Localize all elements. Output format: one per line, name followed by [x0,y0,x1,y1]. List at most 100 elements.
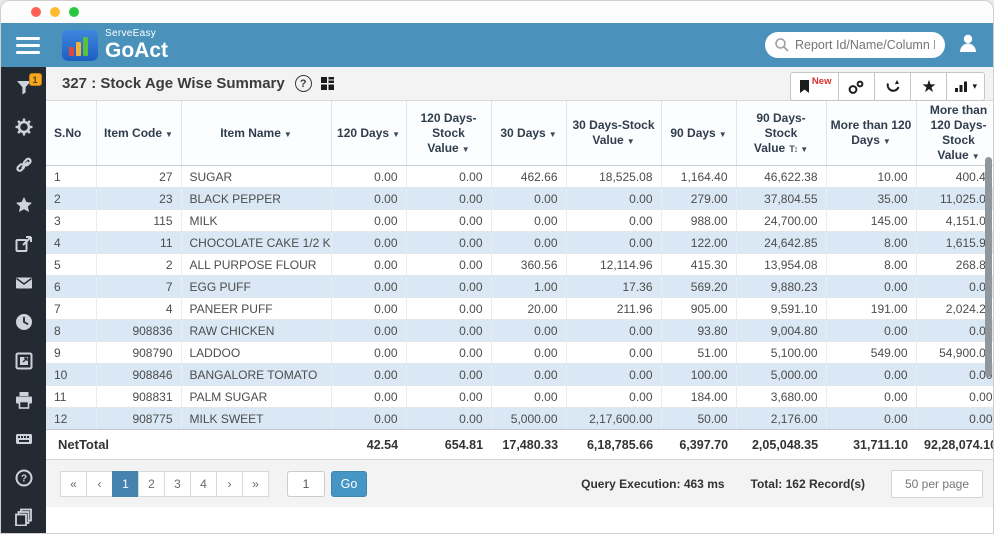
column-header[interactable]: 120 Days▼ [331,101,406,166]
table-cell: 415.30 [661,254,736,276]
table-row[interactable]: 11908831PALM SUGAR0.000.000.000.00184.00… [46,386,993,408]
sort-caret-icon[interactable]: ▼ [165,130,173,139]
table-cell: MILK SWEET [181,408,331,430]
pagination-bar: «‹1234›» Go Query Execution: 463 ms Tota… [46,460,993,507]
settings-gear-icon[interactable] [15,118,33,136]
close-button[interactable] [31,7,41,17]
table-row[interactable]: 8908836RAW CHICKEN0.000.000.000.0093.809… [46,320,993,342]
page-button-2[interactable]: 2 [138,471,165,497]
column-header[interactable]: 30 Days▼ [491,101,566,166]
table-cell: 905.00 [661,298,736,320]
table-cell: 0.00 [916,408,993,430]
sort-caret-icon[interactable]: ▼ [462,145,470,154]
filter-icon[interactable]: 1 [15,79,33,97]
table-cell: 0.00 [566,188,661,210]
table-cell: 9 [46,342,96,364]
mail-icon[interactable] [15,274,33,292]
table-row[interactable]: 9908790LADDOO0.000.000.000.0051.005,100.… [46,342,993,364]
app-header: ServeEasy GoAct [1,23,993,67]
table-row[interactable]: 411CHOCOLATE CAKE 1/2 KG0.000.000.000.00… [46,232,993,254]
column-header[interactable]: More than 120 Days-Stock Value▼ [916,101,993,166]
column-label: 120 Days [337,126,389,140]
sort-active-icon: T↕ [789,144,797,154]
vertical-scrollbar-thumb[interactable] [985,157,992,377]
copy-pages-icon[interactable] [15,508,33,526]
vertical-scrollbar-track[interactable] [985,157,992,427]
print-icon[interactable] [15,391,33,409]
column-header[interactable]: More than 120 Days▼ [826,101,916,166]
table-cell: 211.96 [566,298,661,320]
new-bookmark-button[interactable]: New [790,72,840,101]
table-cell: 0.00 [331,188,406,210]
report-help-icon[interactable]: ? [295,75,312,92]
app-window: ServeEasy GoAct 1 [0,0,994,534]
page-button-1[interactable]: 1 [112,471,139,497]
page-button-nav[interactable]: › [216,471,243,497]
total-records: Total: 162 Record(s) [751,477,865,491]
help-circle-icon[interactable]: ? [15,469,33,487]
user-profile-icon[interactable] [957,32,979,59]
table-row[interactable]: 74PANEER PUFF0.000.0020.00211.96905.009,… [46,298,993,320]
star-icon[interactable] [15,196,33,214]
page-button-nav[interactable]: » [242,471,269,497]
sort-caret-icon[interactable]: ▼ [719,130,727,139]
column-header[interactable]: Item Code▼ [96,101,181,166]
column-header[interactable]: Item Name▼ [181,101,331,166]
minimize-button[interactable] [50,7,60,17]
table-cell: 0.00 [826,386,916,408]
menu-icon[interactable] [16,33,40,58]
table-row[interactable]: 10908846BANGALORE TOMATO0.000.000.000.00… [46,364,993,386]
table-cell: EGG PUFF [181,276,331,298]
column-header[interactable]: 90 Days-Stock ValueT↕▼ [736,101,826,166]
sort-caret-icon[interactable]: ▼ [972,152,980,161]
chart-view-button[interactable]: ▾ [946,72,985,101]
bottom-filler [46,507,993,527]
page-button-4[interactable]: 4 [190,471,217,497]
table-row[interactable]: 67EGG PUFF0.000.001.0017.36569.209,880.2… [46,276,993,298]
sort-caret-icon[interactable]: ▼ [800,145,808,154]
table-cell: PANEER PUFF [181,298,331,320]
column-header[interactable]: 120 Days-Stock Value▼ [406,101,491,166]
goto-page-input[interactable] [287,471,325,497]
relations-button[interactable] [838,72,875,101]
history-clock-icon[interactable] [15,313,33,331]
maximize-button[interactable] [69,7,79,17]
page-button-3[interactable]: 3 [164,471,191,497]
refresh-button[interactable] [874,72,911,101]
search-input[interactable] [765,32,945,58]
table-cell: 8.00 [826,254,916,276]
table-cell: 1,164.40 [661,166,736,188]
table-cell: 4 [46,232,96,254]
link-icon[interactable] [15,157,33,175]
sort-caret-icon[interactable]: ▼ [627,137,635,146]
table-header-row: S.NoItem Code▼Item Name▼120 Days▼120 Day… [46,101,993,166]
per-page-select[interactable]: 50 per page [891,470,983,498]
export-image-icon[interactable] [15,352,33,370]
go-button[interactable]: Go [331,471,367,497]
sort-caret-icon[interactable]: ▼ [883,137,891,146]
table-cell: 9,880.23 [736,276,826,298]
page-button-nav[interactable]: ‹ [86,471,113,497]
table-cell: BANGALORE TOMATO [181,364,331,386]
keyboard-icon[interactable] [15,430,33,448]
column-header[interactable]: 90 Days▼ [661,101,736,166]
share-icon[interactable] [15,235,33,253]
table-cell: 2 [96,254,181,276]
table-row[interactable]: 3115MILK0.000.000.000.00988.0024,700.001… [46,210,993,232]
table-row[interactable]: 127SUGAR0.000.00462.6618,525.081,164.404… [46,166,993,188]
sort-caret-icon[interactable]: ▼ [284,130,292,139]
sort-caret-icon[interactable]: ▼ [549,130,557,139]
table-cell: 115 [96,210,181,232]
table-row[interactable]: 12908775MILK SWEET0.000.005,000.002,17,6… [46,408,993,430]
page-button-nav[interactable]: « [60,471,87,497]
sort-caret-icon[interactable]: ▼ [392,130,400,139]
table-cell: 908790 [96,342,181,364]
table-cell: 400.40 [916,166,993,188]
favorite-button[interactable]: ★ [910,72,947,101]
svg-text:?: ? [20,474,26,485]
column-header[interactable]: 30 Days-Stock Value▼ [566,101,661,166]
layout-grid-icon[interactable] [320,76,335,91]
table-row[interactable]: 223BLACK PEPPER0.000.000.000.00279.0037,… [46,188,993,210]
table-cell: 908846 [96,364,181,386]
table-row[interactable]: 52ALL PURPOSE FLOUR0.000.00360.5612,114.… [46,254,993,276]
